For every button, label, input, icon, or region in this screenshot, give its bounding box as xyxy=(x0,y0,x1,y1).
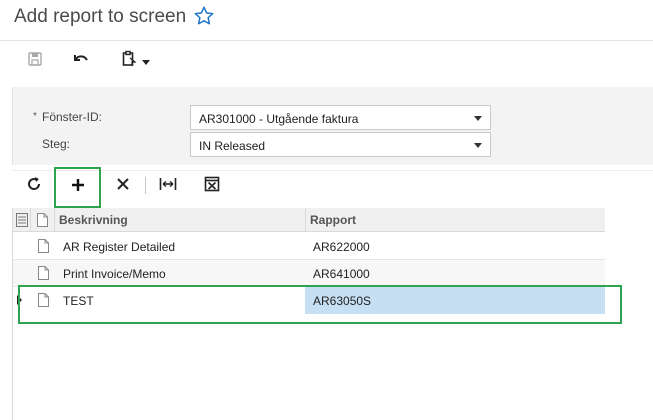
fit-columns-icon xyxy=(159,177,177,196)
screen-id-select[interactable]: AR301000 - Utgående faktura xyxy=(190,105,491,130)
cell-description: AR Register Detailed xyxy=(63,240,176,254)
export-excel-button[interactable] xyxy=(202,176,222,196)
save-icon xyxy=(27,51,43,72)
table-row-selected[interactable]: TEST AR63050S xyxy=(13,287,605,314)
cell-report: AR622000 xyxy=(313,240,370,254)
page-title: Add report to screen xyxy=(14,6,187,27)
cell-report: AR63050S xyxy=(313,294,372,308)
screen-id-value: AR301000 - Utgående faktura xyxy=(199,112,359,126)
delete-row-button[interactable] xyxy=(113,176,133,196)
step-value: IN Released xyxy=(199,139,266,153)
column-header-description[interactable]: Beskrivning xyxy=(59,213,128,227)
grid-toolbar-divider xyxy=(12,170,653,171)
file-icon xyxy=(37,213,48,227)
row-selector-icon[interactable] xyxy=(16,213,28,227)
step-label: Steg: xyxy=(42,137,71,151)
close-icon xyxy=(116,177,130,196)
table-row[interactable]: Print Invoice/Memo AR641000 xyxy=(13,260,605,287)
current-row-arrow-icon xyxy=(17,295,22,305)
header-divider xyxy=(305,208,306,232)
file-icon xyxy=(38,266,49,280)
required-marker: * xyxy=(33,111,37,122)
plus-icon xyxy=(70,177,86,198)
header-divider xyxy=(30,208,31,232)
star-icon[interactable] xyxy=(193,5,215,27)
undo-icon xyxy=(72,51,90,72)
header-divider xyxy=(54,208,55,232)
file-icon xyxy=(38,239,49,253)
cell-description: TEST xyxy=(63,294,94,308)
table-row[interactable]: AR Register Detailed AR622000 xyxy=(13,233,605,260)
undo-button[interactable] xyxy=(70,50,92,72)
refresh-icon xyxy=(26,176,42,197)
step-select[interactable]: IN Released xyxy=(190,132,491,157)
refresh-button[interactable] xyxy=(24,176,44,196)
column-header-report[interactable]: Rapport xyxy=(310,213,356,227)
chevron-down-icon xyxy=(142,52,150,70)
add-row-button[interactable] xyxy=(54,167,101,208)
screen-id-label: Fönster-ID: xyxy=(42,110,103,124)
chevron-down-icon xyxy=(474,116,482,121)
cell-report: AR641000 xyxy=(313,267,370,281)
title-divider xyxy=(0,40,653,41)
fit-columns-button[interactable] xyxy=(158,176,178,196)
clipboard-menu-button[interactable] xyxy=(116,50,156,72)
cell-description: Print Invoice/Memo xyxy=(63,267,166,281)
toolbar-separator xyxy=(145,177,146,194)
save-button[interactable] xyxy=(24,50,46,72)
file-icon xyxy=(38,293,49,307)
excel-export-icon xyxy=(204,176,220,197)
clipboard-icon xyxy=(122,50,137,72)
chevron-down-icon xyxy=(474,143,482,148)
